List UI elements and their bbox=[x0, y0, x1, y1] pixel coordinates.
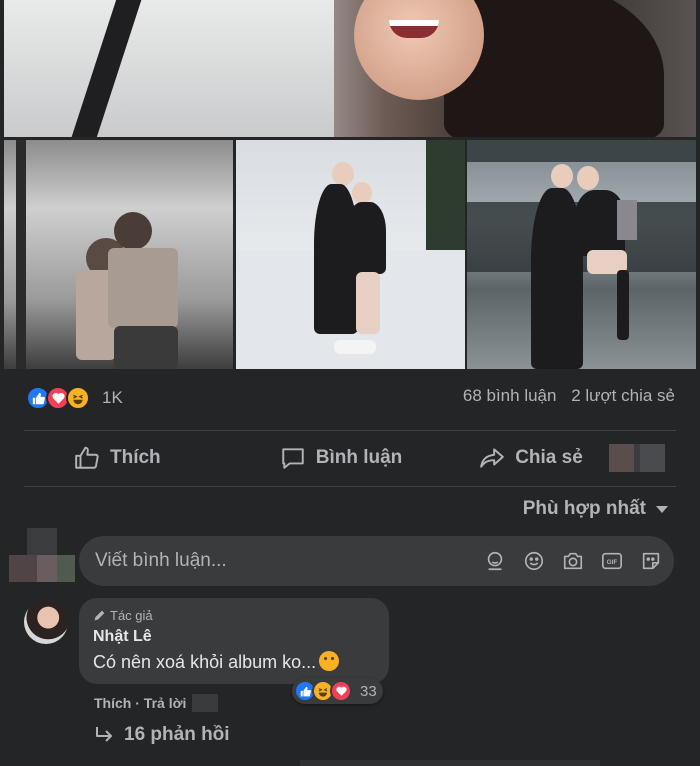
post-photo-top[interactable] bbox=[4, 0, 696, 137]
photo-roof bbox=[467, 140, 696, 162]
replies-count: 16 phản hồi bbox=[124, 724, 230, 745]
photo-head-5 bbox=[551, 164, 573, 188]
like-button-label: Thích bbox=[110, 447, 161, 468]
camera-icon[interactable] bbox=[562, 550, 584, 572]
sticker-icon[interactable] bbox=[640, 550, 662, 572]
photo-shorts bbox=[114, 326, 178, 369]
comment-sort-dropdown[interactable]: Phù hợp nhất bbox=[523, 498, 668, 520]
photo-head-6 bbox=[577, 166, 599, 190]
photo-boot bbox=[617, 270, 629, 340]
photo-shoes bbox=[334, 340, 376, 354]
post-photo-2[interactable] bbox=[236, 140, 465, 369]
share-arrow-icon bbox=[480, 448, 505, 468]
comment-bubble: Tác giả Nhật Lê Có nên xoá khỏi album ko… bbox=[79, 598, 389, 684]
photo-pole bbox=[16, 140, 26, 369]
facebook-post: 1K 68 bình luận 2 lượt chia sẻ Thích Bìn… bbox=[0, 0, 700, 766]
comment-author-avatar[interactable] bbox=[24, 600, 68, 644]
reply-arrow-icon bbox=[96, 727, 112, 742]
reaction-count[interactable]: 1K bbox=[102, 388, 123, 408]
comment-reactions[interactable]: 33 bbox=[292, 678, 383, 704]
caret-down-icon bbox=[656, 505, 668, 513]
comment-count-link[interactable]: 68 bình luận bbox=[463, 386, 557, 405]
comment-like-link[interactable]: Thích bbox=[94, 695, 131, 711]
photo-person-4 bbox=[346, 202, 386, 274]
comment-text-row: Có nên xoá khỏi album ko... bbox=[93, 651, 375, 673]
post-stats: 68 bình luận 2 lượt chia sẻ bbox=[463, 386, 675, 406]
photo-head-3 bbox=[332, 162, 354, 186]
comment-reaction-count: 33 bbox=[360, 682, 377, 700]
gif-icon[interactable]: GIF bbox=[601, 550, 623, 572]
comment-timestamp-blurred bbox=[192, 694, 219, 712]
love-icon bbox=[330, 680, 352, 702]
comment-button-label: Bình luận bbox=[315, 447, 403, 468]
photo-shirt-area bbox=[4, 0, 334, 137]
current-user-avatar[interactable] bbox=[9, 528, 75, 582]
post-photo-3[interactable] bbox=[467, 140, 696, 369]
photo-body-2 bbox=[108, 248, 178, 328]
share-button-label: Chia sẻ bbox=[515, 447, 583, 468]
comment-input[interactable] bbox=[95, 550, 455, 572]
svg-text:GIF: GIF bbox=[607, 559, 618, 566]
haha-icon bbox=[66, 386, 90, 410]
photo-head-2 bbox=[114, 212, 152, 250]
divider-top bbox=[24, 430, 676, 431]
post-reactions[interactable]: 1K bbox=[26, 380, 123, 416]
sort-label: Phù hợp nhất bbox=[522, 498, 646, 519]
comment-bubble-icon bbox=[281, 448, 304, 469]
share-button[interactable]: Chia sẻ bbox=[456, 436, 606, 480]
sticker-avatar-icon[interactable] bbox=[484, 550, 506, 572]
page-avatar-switcher[interactable] bbox=[609, 444, 665, 472]
comment-meta: Thích · Trả lời bbox=[94, 694, 219, 712]
photo-blur-box bbox=[617, 200, 637, 240]
thinking-face-icon bbox=[319, 651, 340, 671]
photo-head-4 bbox=[352, 182, 372, 204]
comment-input-box[interactable]: GIF bbox=[79, 536, 674, 586]
like-button[interactable]: Thích bbox=[36, 436, 226, 480]
comment-button[interactable]: Bình luận bbox=[246, 436, 436, 480]
comment-author-name[interactable]: Nhật Lê bbox=[93, 628, 375, 646]
share-count-link[interactable]: 2 lượt chia sẻ bbox=[571, 386, 675, 405]
meta-separator: · bbox=[131, 695, 144, 711]
pencil-icon bbox=[94, 610, 105, 621]
photo-legs-4 bbox=[356, 272, 380, 334]
post-actions: Thích Bình luận Chia sẻ bbox=[24, 432, 676, 484]
thumbs-up-icon bbox=[75, 446, 99, 469]
post-photo-1[interactable] bbox=[4, 140, 233, 369]
author-badge-label: Tác giả bbox=[110, 608, 153, 623]
photo-grid bbox=[4, 140, 696, 369]
divider-bottom bbox=[24, 486, 676, 487]
emoji-icon[interactable] bbox=[523, 550, 545, 572]
author-badge: Tác giả bbox=[93, 608, 375, 623]
comment-text: Có nên xoá khỏi album ko... bbox=[93, 652, 317, 672]
cropped-content-edge bbox=[300, 760, 600, 766]
view-replies-link[interactable]: 16 phản hồi bbox=[94, 724, 230, 746]
comment-input-icons: GIF bbox=[467, 536, 662, 586]
comment-reply-link[interactable]: Trả lời bbox=[144, 695, 187, 711]
